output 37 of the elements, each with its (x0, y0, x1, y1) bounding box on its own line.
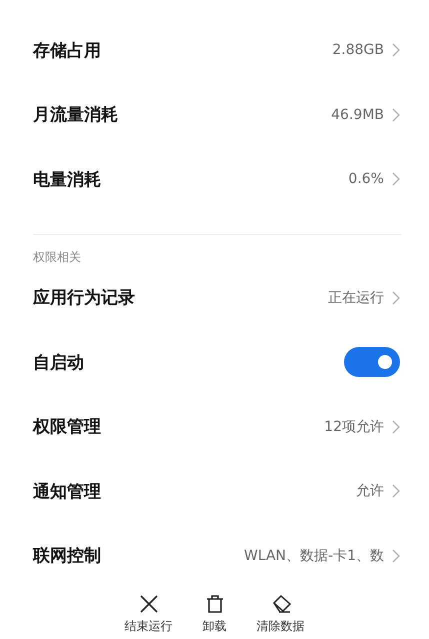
row-label: 电量消耗 (33, 168, 101, 191)
row-value: 12项允许 (324, 418, 384, 436)
settings-row[interactable]: 自启动 (0, 330, 429, 394)
settings-row[interactable]: 权限管理 12项允许 (0, 394, 429, 459)
chevron-right-icon (392, 108, 400, 122)
row-value: 0.6% (348, 171, 384, 188)
settings-row[interactable]: 电量消耗 0.6% (0, 147, 429, 212)
row-value: WLAN、数据-卡1、数 (244, 546, 384, 565)
row-value: 允许 (356, 482, 384, 500)
chevron-right-icon (392, 484, 400, 498)
row-label: 通知管理 (33, 480, 101, 503)
settings-row[interactable]: 存储占用 2.88GB (0, 18, 429, 82)
action-button[interactable]: 清除数据 (256, 594, 304, 635)
settings-row[interactable]: 联网控制 WLAN、数据-卡1、数 (0, 524, 429, 588)
settings-row[interactable]: 应用行为记录 正在运行 (0, 266, 429, 330)
action-button[interactable]: 结束运行 (124, 594, 172, 635)
trash-icon (204, 594, 224, 614)
chevron-right-icon (392, 548, 400, 563)
settings-row[interactable]: 月流量消耗 46.9MB (0, 82, 429, 147)
section-header: 权限相关 (32, 248, 82, 266)
row-value: 46.9MB (331, 106, 384, 123)
row-label: 权限管理 (33, 416, 101, 438)
settings-row[interactable]: 通知管理 允许 (0, 459, 429, 524)
toggle-switch[interactable] (344, 347, 400, 378)
action-button[interactable]: 卸载 (202, 594, 226, 635)
chevron-right-icon (392, 172, 400, 186)
row-label: 应用行为记录 (33, 287, 135, 310)
chevron-right-icon (392, 290, 400, 305)
chevron-right-icon (392, 420, 400, 434)
row-label: 存储占用 (33, 40, 101, 62)
row-label: 月流量消耗 (33, 104, 118, 126)
row-value: 正在运行 (328, 288, 384, 307)
row-value: 2.88GB (332, 42, 384, 58)
chevron-right-icon (392, 43, 400, 58)
close-icon (138, 594, 158, 614)
row-label: 联网控制 (33, 545, 101, 568)
row-label: 自启动 (33, 352, 84, 374)
